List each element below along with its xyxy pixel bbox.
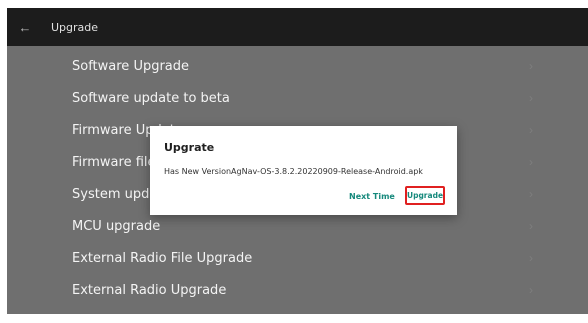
settings-item-label: External Radio Upgrade [72,282,227,298]
app-bar: ← Upgrade [7,8,588,46]
chevron-right-icon: › [529,219,533,233]
settings-item-software-update-beta[interactable]: Software update to beta › [7,82,588,114]
settings-item-label: Software update to beta [72,90,230,106]
next-time-button[interactable]: Next Time [349,192,395,201]
settings-item-label: Software Upgrade [72,58,190,74]
chevron-right-icon: › [529,283,533,297]
upgrade-dialog: Upgrate Has New VersionAgNav-OS-3.8.2.20… [150,126,457,215]
settings-item-software-upgrade[interactable]: Software Upgrade › [7,50,588,82]
dialog-message: Has New VersionAgNav-OS-3.8.2.20220909-R… [164,167,423,176]
chevron-right-icon: › [529,123,533,137]
back-arrow-icon[interactable]: ← [11,8,39,46]
settings-item-label: MCU upgrade [72,218,161,234]
chevron-right-icon: › [529,59,533,73]
settings-item-external-radio-file-upgrade[interactable]: External Radio File Upgrade › [7,242,588,274]
chevron-right-icon: › [529,187,533,201]
settings-item-label: Firmware file [72,154,156,170]
chevron-right-icon: › [529,155,533,169]
page-title: Upgrade [51,20,99,34]
upgrade-button[interactable]: Upgrade [405,186,445,205]
settings-item-label: External Radio File Upgrade [72,250,253,266]
dialog-title: Upgrate [164,141,215,154]
settings-item-external-radio-upgrade[interactable]: External Radio Upgrade › [7,274,588,306]
chevron-right-icon: › [529,91,533,105]
top-margin [0,0,588,8]
chevron-right-icon: › [529,251,533,265]
